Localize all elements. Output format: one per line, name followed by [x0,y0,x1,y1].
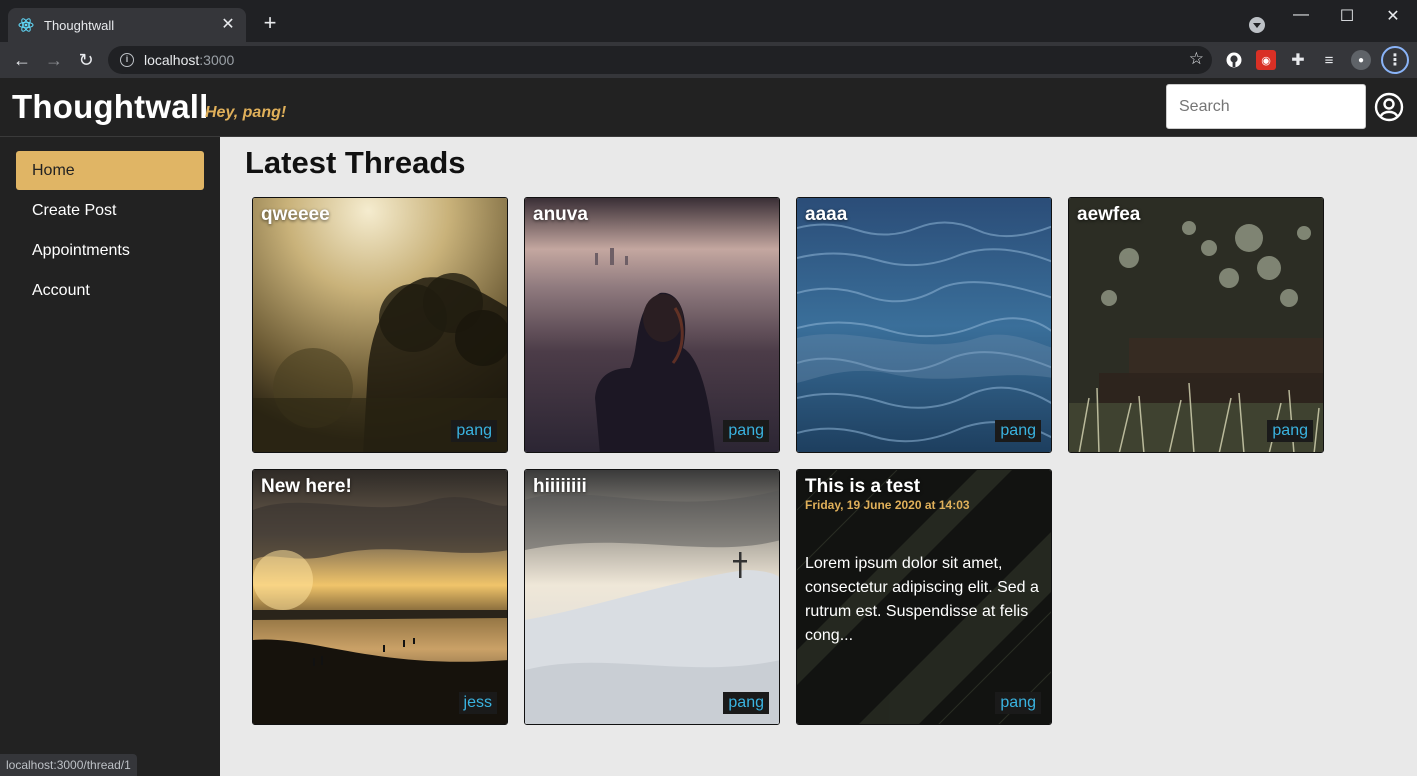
browser-toolbar: ← → ↻ i localhost:3000 ☆ ◉ ✚ ≡ ● ⋮ [0,42,1417,78]
github-extension-icon[interactable] [1224,50,1244,70]
window-close-icon[interactable]: ✕ [1378,6,1408,26]
thread-title: hiiiiiiii [533,476,587,497]
app-brand[interactable]: Thoughtwall [12,88,209,126]
react-favicon-icon [18,17,34,33]
profile-avatar-icon[interactable]: ● [1351,50,1371,70]
thread-image [525,470,779,724]
thread-author-link[interactable]: pang [995,420,1041,442]
thread-author-link[interactable]: pang [723,420,769,442]
back-icon[interactable]: ← [10,48,34,72]
tab-search-icon[interactable] [1249,17,1265,33]
thread-author-link[interactable]: jess [458,692,497,714]
thread-author-link[interactable]: pang [451,420,497,442]
thread-card[interactable]: This is a test Friday, 19 June 2020 at 1… [796,469,1052,725]
thread-date: Friday, 19 June 2020 at 14:03 [805,498,970,512]
thread-image [797,198,1051,452]
app-header: Thoughtwall Hey, pang! [0,78,1417,137]
browser-menu-icon[interactable]: ⋮ [1381,46,1409,74]
red-extension-icon[interactable]: ◉ [1256,50,1276,70]
sidebar-item-appointments[interactable]: Appointments [16,231,204,270]
thread-card[interactable]: aewfea pang [1068,197,1324,453]
thread-image [253,198,507,452]
browser-tab[interactable]: Thoughtwall ✕ [8,8,246,42]
thread-title: aaaa [805,204,848,225]
extensions-puzzle-icon[interactable]: ✚ [1288,50,1308,70]
thread-title: New here! [261,476,352,497]
bookmark-star-icon[interactable]: ☆ [1189,49,1204,69]
browser-tab-strip: Thoughtwall ✕ + — ☐ ✕ [0,0,1417,42]
url-host: localhost [144,52,200,68]
search-input[interactable] [1166,84,1366,129]
thread-card[interactable]: qweeee pang [252,197,508,453]
thread-title: qweeee [261,204,330,225]
thread-image [253,470,507,724]
minimize-icon[interactable]: — [1286,6,1316,24]
maximize-icon[interactable]: ☐ [1332,6,1362,26]
thread-card[interactable]: anuva pang [524,197,780,453]
user-greeting: Hey, pang! [205,104,287,121]
sidebar-item-account[interactable]: Account [16,271,204,310]
thread-image [1069,198,1323,452]
thread-author-link[interactable]: pang [1267,420,1313,442]
address-bar[interactable]: i localhost:3000 ☆ [108,46,1212,74]
thread-image [525,198,779,452]
close-tab-icon[interactable]: ✕ [220,17,236,33]
thread-title: This is a test [805,476,921,497]
media-control-icon[interactable]: ≡ [1319,50,1339,70]
thread-title: aewfea [1077,204,1141,225]
forward-icon[interactable]: → [42,48,66,72]
new-tab-icon[interactable]: + [258,12,282,34]
user-account-icon[interactable] [1374,92,1404,122]
page-title: Latest Threads [245,145,466,180]
status-bar-url: localhost:3000/thread/1 [0,754,137,776]
tab-title: Thoughtwall [44,17,115,33]
thread-author-link[interactable]: pang [995,692,1041,714]
thread-author-link[interactable]: pang [723,692,769,714]
thread-card[interactable]: hiiiiiiii pang [524,469,780,725]
reload-icon[interactable]: ↻ [74,48,98,72]
thread-card[interactable]: New here! jess [252,469,508,725]
sidebar-item-create-post[interactable]: Create Post [16,191,204,230]
thread-title: anuva [533,204,588,225]
url-port: :3000 [199,52,235,68]
thread-card[interactable]: aaaa pang [796,197,1052,453]
sidebar-item-home[interactable]: Home [16,151,204,190]
sidebar: Home Create Post Appointments Account [0,137,220,776]
thread-excerpt: Lorem ipsum dolor sit amet, consectetur … [805,555,1039,644]
site-info-icon[interactable]: i [120,53,134,67]
main-content: Latest Threads qweeee pang anuva pang aa… [220,137,1417,776]
